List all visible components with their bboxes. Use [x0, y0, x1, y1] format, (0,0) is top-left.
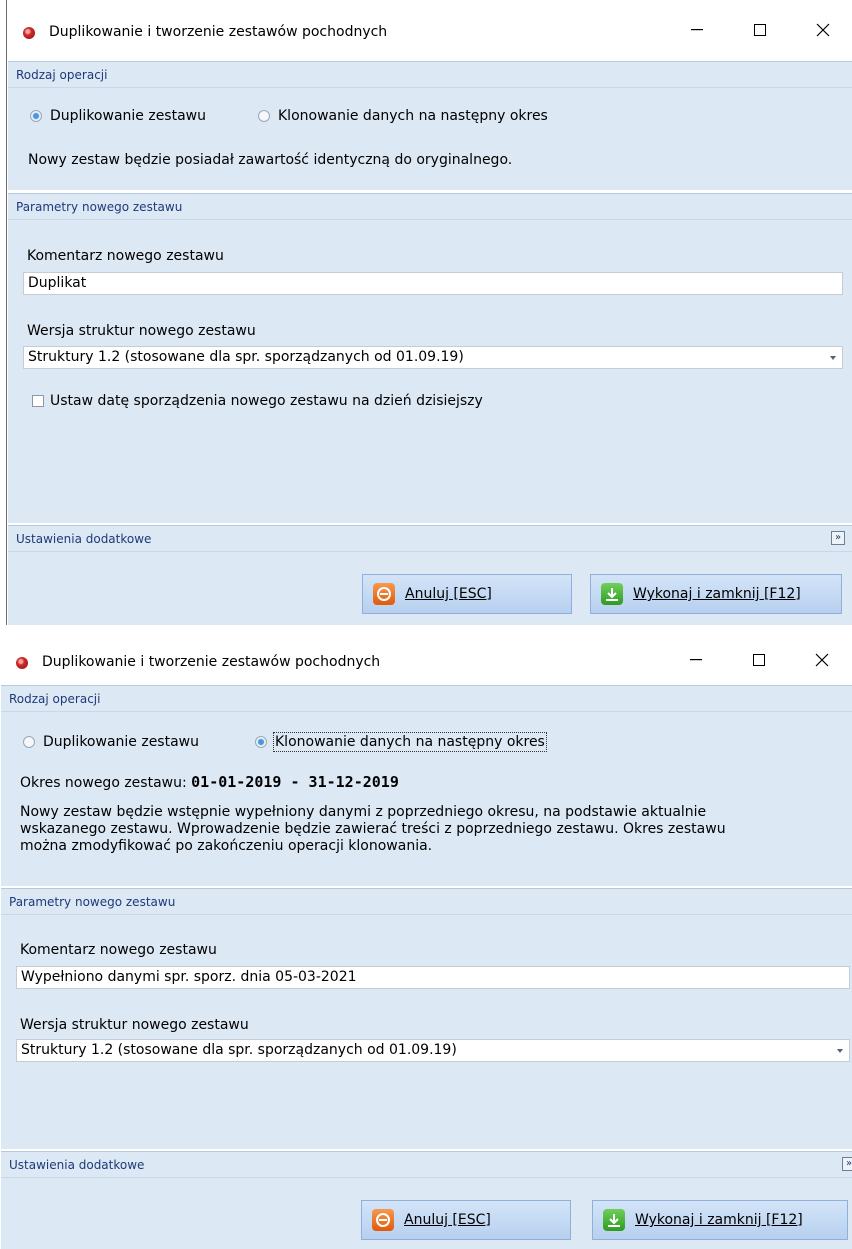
radio-unselected-icon[interactable]: [23, 736, 35, 748]
comment-input[interactable]: Wypełniono danymi spr. sporz. dnia 05-03…: [16, 966, 850, 989]
expand-chevron-icon[interactable]: »: [842, 1157, 852, 1171]
section-title: Rodzaj operacji: [16, 68, 108, 82]
section-title: Ustawienia dodatkowe: [16, 532, 152, 546]
cancel-button[interactable]: Anuluj [ESC]: [362, 574, 572, 614]
description-line-2: wskazanego zestawu. Wprowadzenie będzie …: [20, 821, 726, 837]
version-label: Wersja struktur nowego zestawu: [27, 323, 256, 339]
radio-label: Duplikowanie zestawu: [43, 734, 199, 750]
execute-close-button[interactable]: Wykonaj i zamknij [F12]: [592, 1200, 848, 1240]
radio-duplicate[interactable]: Duplikowanie zestawu: [23, 734, 199, 750]
radio-selected-icon[interactable]: [255, 736, 267, 748]
version-label: Wersja struktur nowego zestawu: [20, 1017, 249, 1033]
operation-type-panel: Duplikowanie zestawu Klonowanie danych n…: [1, 712, 852, 886]
version-select[interactable]: Struktury 1.2 (stosowane dla spr. sporzą…: [23, 346, 843, 369]
cancel-button[interactable]: Anuluj [ESC]: [361, 1200, 571, 1240]
section-title: Parametry nowego zestawu: [16, 200, 183, 214]
checkbox-label: Ustaw datę sporządzenia nowego zestawu n…: [50, 393, 483, 409]
radio-unselected-icon[interactable]: [258, 110, 270, 122]
maximize-icon: [753, 654, 765, 666]
button-panel: Anuluj [ESC] Wykonaj i zamknij [F12]: [8, 552, 852, 625]
execute-close-button[interactable]: Wykonaj i zamknij [F12]: [590, 574, 842, 614]
cancel-button-label: Anuluj [ESC]: [405, 586, 492, 602]
window-title: Duplikowanie i tworzenie zestawów pochod…: [49, 24, 388, 40]
set-date-checkbox-row[interactable]: Ustaw datę sporządzenia nowego zestawu n…: [32, 393, 483, 409]
radio-label: Duplikowanie zestawu: [50, 108, 206, 124]
operation-description: Nowy zestaw będzie posiadał zawartość id…: [28, 152, 513, 168]
version-select-value: Struktury 1.2 (stosowane dla spr. sporzą…: [21, 1042, 457, 1058]
radio-label: Klonowanie danych na następny okres: [273, 732, 547, 752]
description-line-3: można zmodyfikować po zakończeniu operac…: [20, 838, 433, 854]
close-icon: [816, 23, 830, 37]
app-record-icon: [23, 27, 35, 39]
download-icon: [603, 1209, 625, 1231]
section-additional-settings[interactable]: Ustawienia dodatkowe »: [8, 525, 852, 552]
params-panel: Komentarz nowego zestawu Wypełniono dany…: [1, 915, 852, 1149]
params-panel: Komentarz nowego zestawu Duplikat Wersja…: [8, 220, 852, 523]
minimize-button[interactable]: [673, 644, 719, 676]
radio-clone[interactable]: Klonowanie danych na następny okres: [255, 732, 547, 752]
section-additional-settings[interactable]: Ustawienia dodatkowe »: [1, 1151, 852, 1178]
close-icon: [815, 653, 829, 667]
dialog-clone: Duplikowanie i tworzenie zestawów pochod…: [0, 630, 852, 1249]
period-row: Okres nowego zestawu: 01-01-2019 - 31-12…: [20, 774, 399, 792]
comment-input[interactable]: Duplikat: [23, 272, 843, 295]
section-new-set-params[interactable]: Parametry nowego zestawu: [8, 193, 852, 220]
section-operation-type[interactable]: Rodzaj operacji: [1, 685, 852, 712]
radio-clone[interactable]: Klonowanie danych na następny okres: [258, 108, 548, 124]
execute-button-label: Wykonaj i zamknij [F12]: [633, 586, 801, 602]
section-new-set-params[interactable]: Parametry nowego zestawu: [1, 888, 852, 915]
download-icon: [601, 583, 623, 605]
close-button[interactable]: [799, 644, 845, 676]
close-button[interactable]: [800, 14, 846, 46]
execute-button-label: Wykonaj i zamknij [F12]: [635, 1212, 803, 1228]
period-label: Okres nowego zestawu:: [20, 775, 187, 791]
chevron-down-icon[interactable]: [837, 1049, 843, 1053]
maximize-button[interactable]: [737, 14, 783, 46]
radio-label: Klonowanie danych na następny okres: [278, 108, 548, 124]
minimize-icon: [690, 659, 702, 661]
section-title: Rodzaj operacji: [9, 692, 101, 706]
app-record-icon: [16, 657, 28, 669]
cancel-button-label: Anuluj [ESC]: [404, 1212, 491, 1228]
operation-type-panel: Duplikowanie zestawu Klonowanie danych n…: [8, 88, 852, 190]
cancel-icon: [372, 1209, 394, 1231]
radio-duplicate[interactable]: Duplikowanie zestawu: [30, 108, 206, 124]
minimize-icon: [691, 29, 703, 31]
title-bar[interactable]: Duplikowanie i tworzenie zestawów pochod…: [7, 0, 852, 61]
dialog-duplicate: Duplikowanie i tworzenie zestawów pochod…: [6, 0, 852, 625]
section-title: Ustawienia dodatkowe: [9, 1158, 145, 1172]
version-select[interactable]: Struktury 1.2 (stosowane dla spr. sporzą…: [16, 1039, 850, 1062]
minimize-button[interactable]: [674, 14, 720, 46]
title-bar[interactable]: Duplikowanie i tworzenie zestawów pochod…: [0, 630, 852, 691]
period-value: 01-01-2019 - 31-12-2019: [191, 773, 399, 791]
description-line-1: Nowy zestaw będzie wstępnie wypełniony d…: [20, 804, 707, 820]
comment-label: Komentarz nowego zestawu: [20, 942, 217, 958]
cancel-icon: [373, 583, 395, 605]
button-panel: Anuluj [ESC] Wykonaj i zamknij [F12]: [1, 1178, 852, 1249]
checkbox-icon[interactable]: [32, 395, 44, 407]
section-title: Parametry nowego zestawu: [9, 895, 176, 909]
expand-chevron-icon[interactable]: »: [831, 531, 845, 545]
maximize-icon: [754, 24, 766, 36]
version-select-value: Struktury 1.2 (stosowane dla spr. sporzą…: [28, 349, 464, 365]
radio-selected-icon[interactable]: [30, 110, 42, 122]
window-title: Duplikowanie i tworzenie zestawów pochod…: [42, 654, 381, 670]
comment-label: Komentarz nowego zestawu: [27, 248, 224, 264]
maximize-button[interactable]: [736, 644, 782, 676]
chevron-down-icon[interactable]: [830, 356, 836, 360]
section-operation-type[interactable]: Rodzaj operacji: [8, 61, 852, 88]
